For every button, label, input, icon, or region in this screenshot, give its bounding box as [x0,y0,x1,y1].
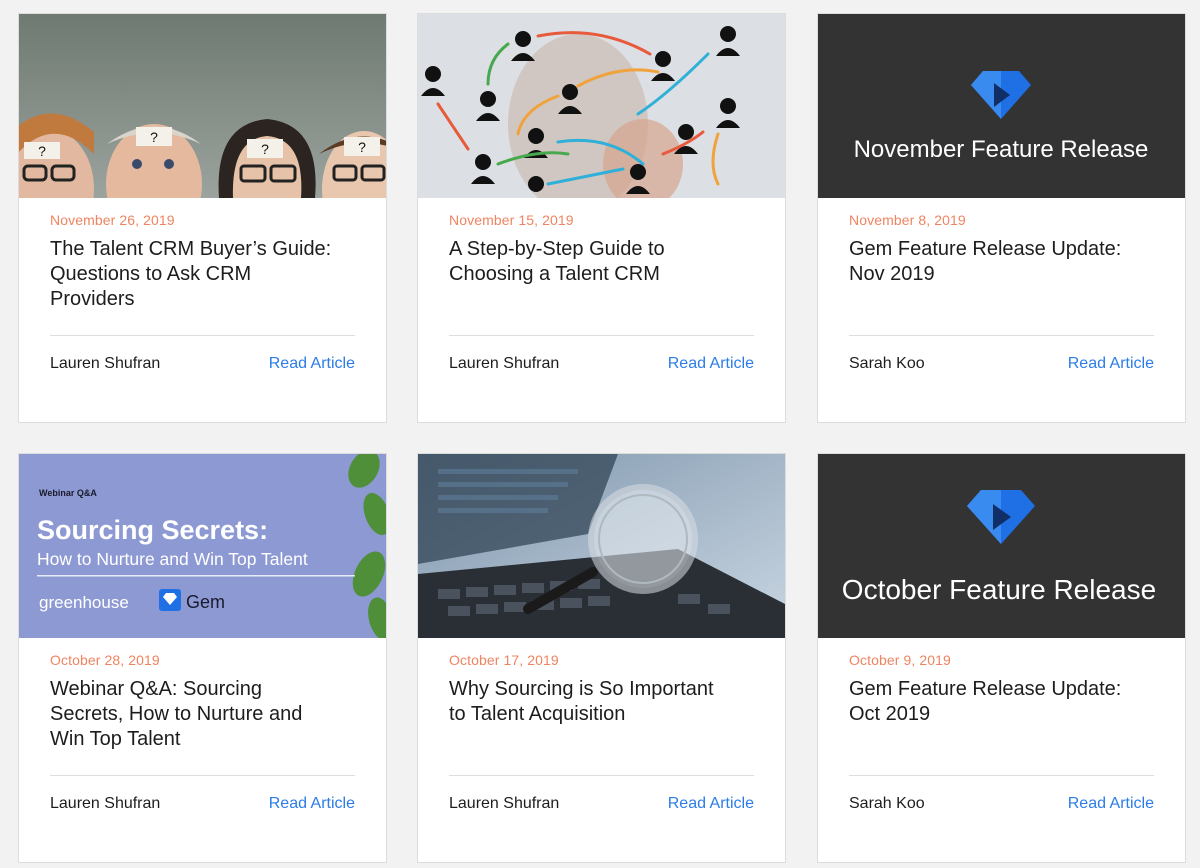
article-title[interactable]: Webinar Q&A: Sourcing Secrets, How to Nu… [50,677,365,752]
divider [50,335,355,336]
question-mark-text: ? [261,141,269,157]
chalkboard-banner: November Feature Release [818,14,1185,198]
gem-wordmark: Gem [186,592,225,612]
article-date: October 9, 2019 [849,652,951,668]
article-title[interactable]: The Talent CRM Buyer’s Guide: Questions … [50,237,365,312]
article-card[interactable]: ? ? ? ? November 26, 2019 The Talent CRM… [18,13,387,423]
article-thumbnail[interactable]: Webinar Q&A Sourcing Secrets: How to Nur… [19,454,386,638]
article-date: November 8, 2019 [849,212,966,228]
read-article-link[interactable]: Read Article [269,355,355,373]
greenhouse-logo: greenhouse [39,593,129,612]
question-mark-text: ? [150,129,158,145]
article-author: Lauren Shufran [50,795,161,812]
article-date: October 28, 2019 [50,652,160,668]
read-article-link[interactable]: Read Article [1068,355,1154,373]
article-card[interactable]: November Feature Release November 8, 201… [817,13,1186,423]
read-article-link[interactable]: Read Article [668,355,754,373]
question-mark-text: ? [358,139,366,155]
read-article-link[interactable]: Read Article [269,795,355,813]
article-thumbnail[interactable] [418,454,785,638]
article-thumbnail[interactable]: October Feature Release [818,454,1185,638]
divider [849,775,1154,776]
article-title[interactable]: A Step-by-Step Guide to Choosing a Talen… [449,237,764,287]
article-date: November 15, 2019 [449,212,574,228]
article-card[interactable]: Webinar Q&A Sourcing Secrets: How to Nur… [18,453,387,863]
webinar-kicker: Webinar Q&A [39,488,97,498]
article-card[interactable]: November 15, 2019 A Step-by-Step Guide t… [417,13,786,423]
article-card[interactable]: October 17, 2019 Why Sourcing is So Impo… [417,453,786,863]
question-mark-text: ? [38,143,46,159]
article-author: Lauren Shufran [449,355,560,372]
network-arrows-icon [418,14,785,198]
article-title[interactable]: Gem Feature Release Update: Oct 2019 [849,677,1164,727]
banner-title: October Feature Release [842,574,1156,605]
article-author: Lauren Shufran [449,795,560,812]
chalkboard-banner: October Feature Release [818,454,1185,638]
article-author: Sarah Koo [849,795,925,812]
article-title[interactable]: Why Sourcing is So Important to Talent A… [449,677,764,727]
article-author: Lauren Shufran [50,355,161,372]
article-date: November 26, 2019 [50,212,175,228]
webinar-subline: How to Nurture and Win Top Talent [37,549,308,569]
people-question-icon: ? ? ? ? [19,14,386,198]
article-card[interactable]: October Feature Release October 9, 2019 … [817,453,1186,863]
webinar-headline: Sourcing Secrets: [37,515,268,545]
divider [50,775,355,776]
read-article-link[interactable]: Read Article [668,795,754,813]
webinar-banner-icon: Webinar Q&A Sourcing Secrets: How to Nur… [19,454,386,638]
article-title[interactable]: Gem Feature Release Update: Nov 2019 [849,237,1164,287]
divider [449,335,754,336]
banner-title: November Feature Release [854,136,1149,163]
divider [849,335,1154,336]
magnifier-keyboard-icon [418,454,785,638]
article-thumbnail[interactable]: November Feature Release [818,14,1185,198]
read-article-link[interactable]: Read Article [1068,795,1154,813]
article-thumbnail[interactable]: ? ? ? ? [19,14,386,198]
article-thumbnail[interactable] [418,14,785,198]
divider [449,775,754,776]
article-author: Sarah Koo [849,355,925,372]
article-date: October 17, 2019 [449,652,559,668]
